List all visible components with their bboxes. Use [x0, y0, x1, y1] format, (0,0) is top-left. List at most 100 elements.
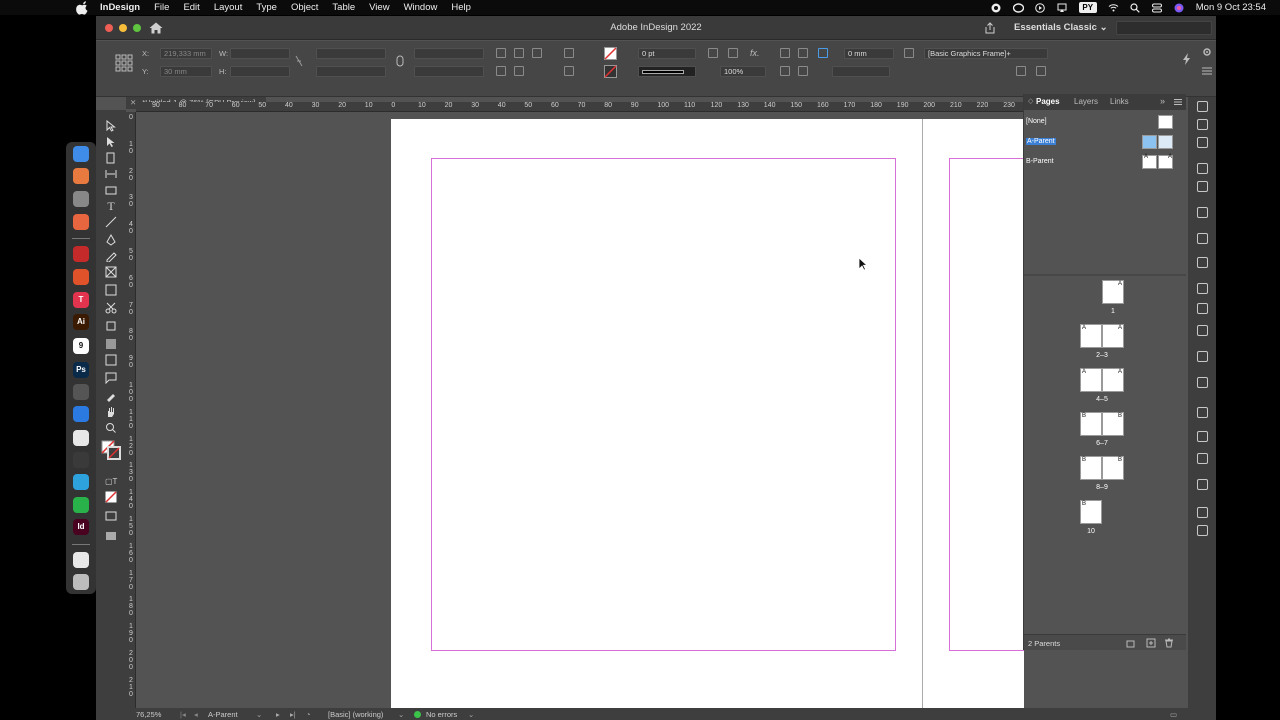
indesign-icon[interactable]: Id: [73, 519, 89, 535]
menu-help[interactable]: Help: [451, 2, 471, 13]
flip-horizontal-icon[interactable]: [564, 48, 574, 58]
calendar-icon[interactable]: 9: [73, 338, 89, 354]
color-panel-icon[interactable]: [1197, 181, 1208, 192]
pen-tool-icon[interactable]: [105, 234, 117, 246]
share-icon[interactable]: [984, 22, 996, 34]
gear-icon[interactable]: [1202, 47, 1212, 57]
telegram-icon[interactable]: [73, 474, 89, 490]
bookmarks-icon[interactable]: [1197, 257, 1208, 268]
hamburger-menu-icon[interactable]: [1202, 67, 1212, 75]
new-page-icon[interactable]: [1146, 638, 1156, 648]
fit-frame-icon[interactable]: [798, 66, 808, 76]
page-thumbnail[interactable]: B: [1102, 412, 1124, 436]
pages-panel-icon[interactable]: [1197, 101, 1208, 112]
character-panel-icon[interactable]: [1197, 453, 1208, 464]
record-icon[interactable]: [991, 2, 1002, 13]
type-tool-icon[interactable]: T: [105, 200, 117, 212]
menu-window[interactable]: Window: [404, 2, 438, 13]
brave-icon[interactable]: [73, 269, 89, 285]
object-styles-icon[interactable]: [1197, 479, 1208, 490]
page-thumbnail[interactable]: A: [1102, 324, 1124, 348]
trash-icon[interactable]: [73, 574, 89, 590]
menu-file[interactable]: File: [154, 2, 169, 13]
flip-vertical-icon[interactable]: [496, 66, 506, 76]
object-style-select[interactable]: [Basic Graphics Frame]+: [924, 48, 1048, 59]
effects-panel-icon[interactable]: [1197, 351, 1208, 362]
chrome-icon[interactable]: [73, 430, 89, 446]
parent-row[interactable]: B-Parent A A: [1024, 154, 1174, 170]
parent-thumbnail[interactable]: [1158, 115, 1173, 129]
opacity-field[interactable]: 100%: [720, 66, 766, 77]
panel-options-icon[interactable]: [1036, 66, 1046, 76]
menubar-clock[interactable]: Mon 9 Oct 23:54: [1196, 2, 1266, 13]
safari-icon[interactable]: [73, 406, 89, 422]
auto-fit-icon[interactable]: [818, 48, 828, 58]
page-thumbnail[interactable]: B: [1080, 456, 1102, 480]
screen-mode-icon[interactable]: [105, 510, 117, 522]
input-source-badge[interactable]: PY: [1078, 2, 1097, 13]
menu-view[interactable]: View: [369, 2, 389, 13]
page-thumbnail[interactable]: A: [1080, 324, 1102, 348]
photoshop-icon[interactable]: Ps: [73, 362, 89, 378]
select-container-icon[interactable]: [532, 48, 542, 58]
launchpad-icon[interactable]: [73, 168, 89, 184]
x-position-field[interactable]: 219,333 mm: [160, 48, 212, 59]
panel-divider[interactable]: [1024, 274, 1186, 276]
normal-view-icon[interactable]: [105, 530, 117, 542]
hyperlinks-panel-icon[interactable]: [1197, 377, 1208, 388]
scale-y-field[interactable]: [316, 66, 386, 77]
stroke-type-select[interactable]: [638, 66, 696, 77]
lightning-icon[interactable]: [1182, 53, 1192, 65]
prev-page-icon[interactable]: ◂: [194, 710, 198, 719]
illustrator-icon[interactable]: Ai: [73, 314, 89, 330]
table-panel-icon[interactable]: [1197, 507, 1208, 518]
character-styles-icon[interactable]: [1197, 303, 1208, 314]
line-tool-icon[interactable]: [105, 216, 117, 228]
teams-icon[interactable]: T: [73, 292, 89, 308]
page-select[interactable]: A-Parent: [208, 710, 238, 719]
links-panel-icon[interactable]: [1197, 137, 1208, 148]
control-center-icon[interactable]: [1152, 2, 1163, 13]
workspace-switcher[interactable]: Essentials Classic ⌄: [1014, 22, 1108, 33]
offset-field[interactable]: 0 mm: [844, 48, 894, 59]
parent-row[interactable]: [None]: [1024, 114, 1174, 130]
rectangle-tool-icon[interactable]: [105, 284, 117, 296]
page-thumbnail[interactable]: A: [1080, 368, 1102, 392]
text-wrap-panel-icon[interactable]: [1197, 325, 1208, 336]
scissors-tool-icon[interactable]: [105, 302, 117, 314]
page-thumbnail[interactable]: B: [1080, 500, 1102, 524]
right-page[interactable]: [923, 119, 1024, 713]
parent-thumbnail[interactable]: [1142, 135, 1157, 149]
corner-options-icon[interactable]: [708, 48, 718, 58]
left-page[interactable]: [391, 119, 923, 713]
fill-stroke-swatches-icon[interactable]: [101, 440, 121, 460]
open-document-icon[interactable]: ◔: [306, 710, 311, 719]
direct-selection-tool-icon[interactable]: [105, 136, 117, 148]
preflight-profile[interactable]: [Basic] (working): [328, 710, 383, 719]
rotate-cw-icon[interactable]: [496, 48, 506, 58]
split-view-icon[interactable]: ▭: [1170, 710, 1177, 719]
menu-edit[interactable]: Edit: [183, 2, 199, 13]
menu-table[interactable]: Table: [332, 2, 355, 13]
free-transform-tool-icon[interactable]: [105, 320, 117, 332]
menu-layout[interactable]: Layout: [214, 2, 243, 13]
page-thumbnail[interactable]: B: [1080, 412, 1102, 436]
cc-libraries-icon[interactable]: [1197, 233, 1208, 244]
errors-chevron-icon[interactable]: ⌄: [468, 710, 474, 719]
play-icon[interactable]: [1035, 2, 1046, 13]
gradient-feather-tool-icon[interactable]: [105, 354, 117, 366]
wifi-icon[interactable]: [1108, 2, 1119, 13]
search-icon[interactable]: [1130, 2, 1141, 13]
apple-icon[interactable]: [76, 0, 90, 15]
airplay-icon[interactable]: [1057, 2, 1068, 13]
whatsapp-icon[interactable]: [73, 497, 89, 513]
calculator-icon[interactable]: [73, 384, 89, 400]
rotate-ccw-icon[interactable]: [514, 48, 524, 58]
distribute-icon[interactable]: [564, 66, 574, 76]
hand-tool-icon[interactable]: [105, 406, 117, 418]
glyphs-panel-icon[interactable]: [1197, 407, 1208, 418]
cell-styles-icon[interactable]: [1197, 525, 1208, 536]
scale-x-field[interactable]: [316, 48, 386, 59]
text-wrap-none-icon[interactable]: [780, 48, 790, 58]
stroke-none-icon[interactable]: [604, 65, 617, 78]
